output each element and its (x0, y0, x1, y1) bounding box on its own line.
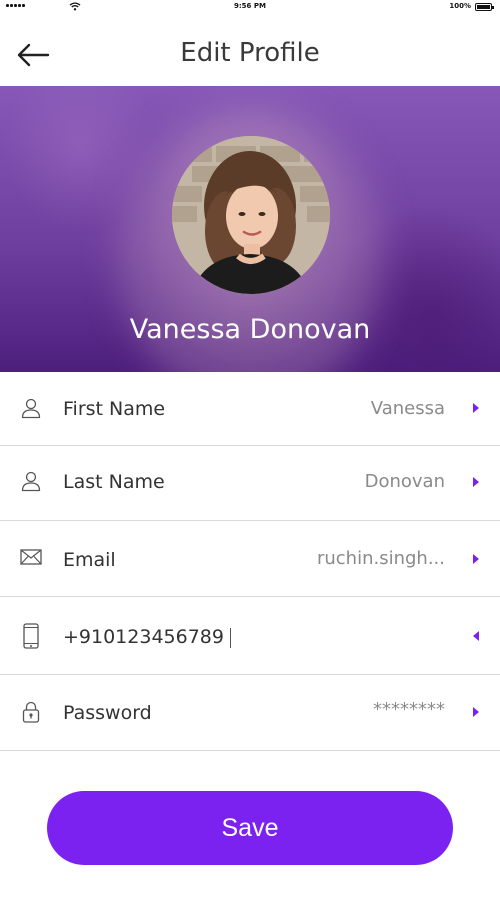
first-name-field[interactable]: First Name Vanessa (0, 372, 500, 446)
caret-right-icon (473, 554, 479, 564)
save-button[interactable]: Save (47, 791, 453, 865)
email-label: Email (63, 549, 116, 571)
text-cursor (229, 627, 231, 648)
last-name-label: Last Name (63, 471, 165, 493)
app-header: Edit Profile (0, 14, 500, 86)
caret-right-icon (473, 477, 479, 487)
caret-right-icon (473, 403, 479, 413)
first-name-label: First Name (63, 398, 166, 420)
profile-hero: Vanessa Donovan (0, 86, 500, 372)
caret-right-icon (473, 707, 479, 717)
battery-icon (475, 3, 494, 11)
password-label: Password (63, 702, 152, 724)
first-name-value: Vanessa (370, 398, 445, 419)
battery-percent: 100% (449, 2, 471, 10)
avatar-photo (172, 136, 330, 294)
last-name-field[interactable]: Last Name Donovan (0, 446, 500, 521)
phone-field[interactable]: +910123456789 (0, 597, 500, 675)
avatar[interactable] (172, 136, 330, 294)
lock-icon (22, 701, 40, 723)
email-value: ruchin.singh... (316, 548, 445, 569)
page-title: Edit Profile (180, 38, 320, 68)
phone-value: +910123456789 (63, 626, 224, 648)
profile-name: Vanessa Donovan (129, 314, 371, 345)
phone-input[interactable]: +910123456789 (63, 626, 383, 648)
mail-icon (20, 549, 42, 565)
user-icon (21, 398, 41, 419)
status-bar: 9:56 PM 100% (0, 0, 500, 14)
password-field[interactable]: Password ******** (0, 675, 500, 751)
caret-left-icon (473, 631, 479, 641)
user-icon (21, 471, 41, 492)
last-name-value: Donovan (364, 471, 445, 492)
password-value: ******** (373, 699, 445, 720)
status-time: 9:56 PM (234, 2, 266, 10)
phone-icon (23, 623, 39, 649)
email-field[interactable]: Email ruchin.singh... (0, 521, 500, 597)
